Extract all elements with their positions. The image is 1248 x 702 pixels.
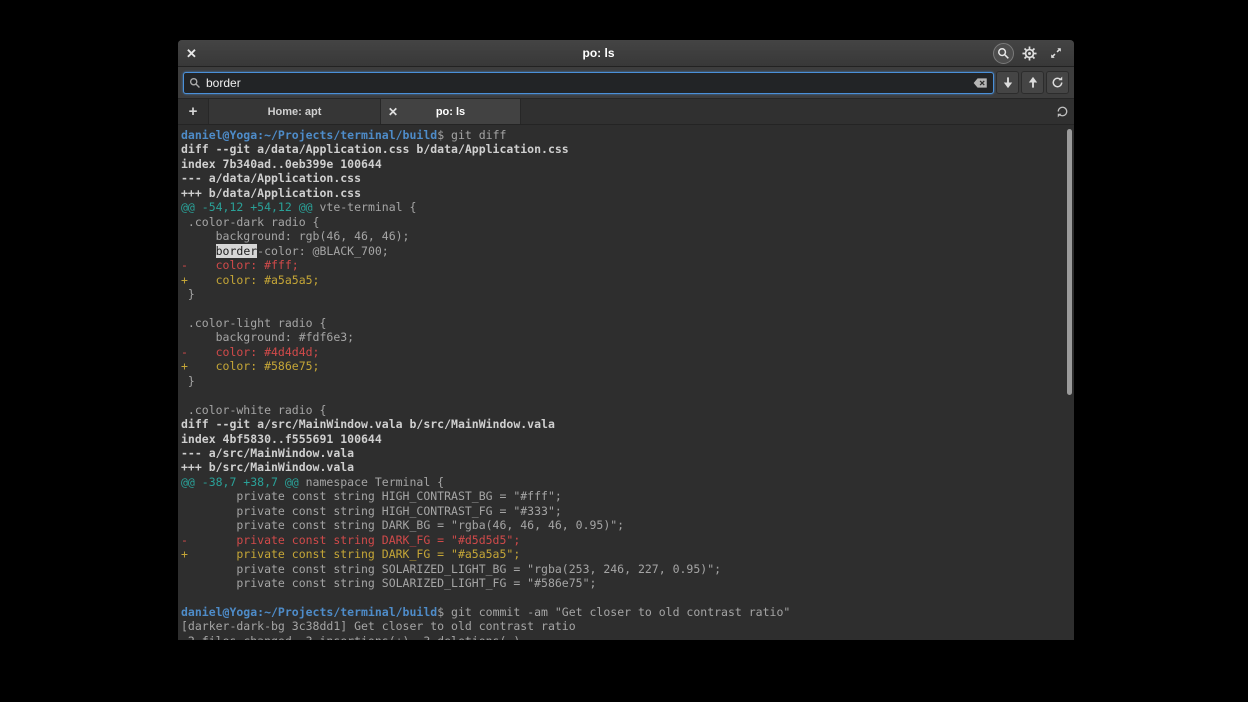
search-input[interactable] (206, 76, 968, 90)
window-title: po: ls (204, 46, 993, 60)
arrow-up-icon (1027, 76, 1039, 89)
tabbar-spacer (521, 99, 1050, 124)
terminal-line: --- a/src/MainWindow.vala (181, 446, 1074, 460)
terminal-line: diff --git a/src/MainWindow.vala b/src/M… (181, 417, 1074, 431)
terminal-line: + private const string DARK_FG = "#a5a5a… (181, 547, 1074, 561)
search-icon (997, 47, 1010, 60)
terminal-line: .color-dark radio { (181, 215, 1074, 229)
gear-icon (1022, 46, 1037, 61)
search-toggle-button[interactable] (993, 43, 1014, 64)
terminal-line: 2 files changed, 3 insertions(+), 3 dele… (181, 634, 1074, 640)
terminal-line: index 7b340ad..0eb399e 100644 (181, 157, 1074, 171)
terminal-window: ✕ po: ls (178, 40, 1074, 640)
search-bar (178, 67, 1074, 99)
new-tab-button[interactable]: + (178, 99, 209, 124)
terminal-line: daniel@Yoga:~/Projects/terminal/build$ g… (181, 128, 1074, 142)
terminal-line: @@ -54,12 +54,12 @@ vte-terminal { (181, 200, 1074, 214)
terminal-line: private const string HIGH_CONTRAST_FG = … (181, 504, 1074, 518)
window-close-button[interactable]: ✕ (186, 47, 204, 60)
cyclic-search-icon (1051, 76, 1064, 89)
fullscreen-button[interactable] (1045, 43, 1066, 64)
terminal-line: +++ b/data/Application.css (181, 186, 1074, 200)
terminal-line: + color: #a5a5a5; (181, 273, 1074, 287)
tab-home-apt[interactable]: Home: apt (209, 99, 381, 124)
terminal-line: --- a/data/Application.css (181, 171, 1074, 185)
terminal-line: +++ b/src/MainWindow.vala (181, 460, 1074, 474)
search-icon (189, 77, 201, 89)
terminal-line: + color: #586e75; (181, 359, 1074, 373)
terminal-line: - color: #fff; (181, 258, 1074, 272)
search-field[interactable] (183, 72, 994, 94)
search-next-button[interactable] (996, 71, 1019, 94)
scrollbar[interactable] (1067, 129, 1072, 395)
terminal-line: background: rgb(46, 46, 46); (181, 229, 1074, 243)
titlebar-icons (993, 43, 1066, 64)
terminal-line: @@ -38,7 +38,7 @@ namespace Terminal { (181, 475, 1074, 489)
tab-bar: + Home: apt ✕ po: ls (178, 99, 1074, 125)
terminal-line: [darker-dark-bg 3c38dd1] Get closer to o… (181, 619, 1074, 633)
tab-label: Home: apt (268, 106, 322, 118)
history-icon (1056, 105, 1069, 118)
terminal-line: } (181, 374, 1074, 388)
settings-button[interactable] (1019, 43, 1040, 64)
terminal-line: - private const string DARK_FG = "#d5d5d… (181, 533, 1074, 547)
terminal-line (181, 301, 1074, 315)
terminal-line: border-color: @BLACK_700; (181, 244, 1074, 258)
arrow-down-icon (1002, 76, 1014, 89)
terminal-line: private const string SOLARIZED_LIGHT_BG … (181, 562, 1074, 576)
terminal-line: .color-light radio { (181, 316, 1074, 330)
terminal-line: - color: #4d4d4d; (181, 345, 1074, 359)
terminal-line: daniel@Yoga:~/Projects/terminal/build$ g… (181, 605, 1074, 619)
terminal-line: index 4bf5830..f555691 100644 (181, 432, 1074, 446)
tab-close-button[interactable]: ✕ (388, 106, 398, 118)
terminal-line: private const string HIGH_CONTRAST_BG = … (181, 489, 1074, 503)
clear-search-icon[interactable] (973, 77, 988, 89)
terminal-line: } (181, 287, 1074, 301)
terminal-line (181, 388, 1074, 402)
terminal-line (181, 591, 1074, 605)
expand-icon (1049, 46, 1063, 60)
titlebar: ✕ po: ls (178, 40, 1074, 67)
terminal-output[interactable]: daniel@Yoga:~/Projects/terminal/build$ g… (178, 125, 1074, 640)
terminal-line: .color-white radio { (181, 403, 1074, 417)
terminal-line: background: #fdf6e3; (181, 330, 1074, 344)
restore-tabs-button[interactable] (1050, 99, 1074, 124)
tab-po-ls[interactable]: ✕ po: ls (381, 99, 521, 124)
search-wrap-button[interactable] (1046, 71, 1069, 94)
terminal-line: private const string DARK_BG = "rgba(46,… (181, 518, 1074, 532)
terminal-line: diff --git a/data/Application.css b/data… (181, 142, 1074, 156)
search-previous-button[interactable] (1021, 71, 1044, 94)
terminal-line: private const string SOLARIZED_LIGHT_FG … (181, 576, 1074, 590)
tab-label: po: ls (436, 106, 465, 118)
